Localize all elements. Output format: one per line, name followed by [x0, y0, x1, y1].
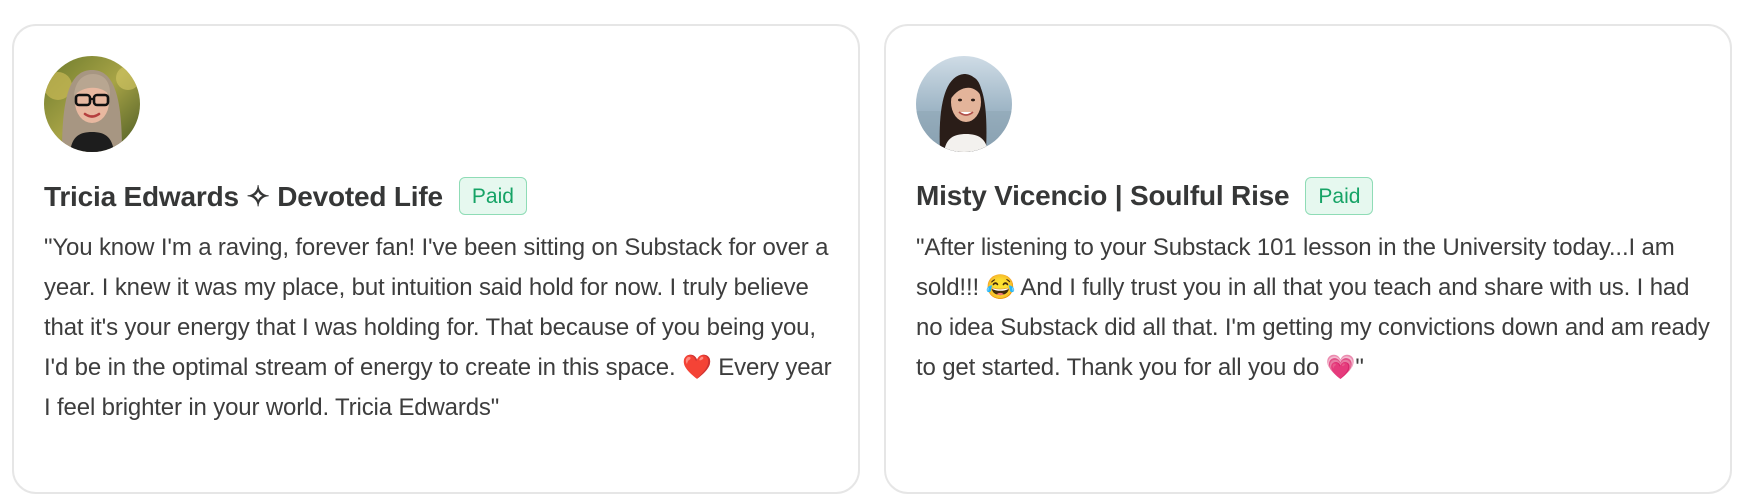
author-row: Misty Vicencio | Soulful Rise Paid	[916, 176, 1374, 216]
author-row: Tricia Edwards ✧ Devoted Life Paid	[44, 176, 527, 216]
avatar	[916, 56, 1012, 152]
paid-badge: Paid	[1305, 177, 1374, 215]
author-name: Tricia Edwards ✧ Devoted Life	[44, 180, 443, 212]
avatar	[44, 56, 140, 152]
testimonial-card: Misty Vicencio | Soulful Rise Paid "Afte…	[884, 24, 1732, 494]
paid-badge: Paid	[458, 177, 527, 215]
testimonial-quote: "After listening to your Substack 101 le…	[916, 234, 1710, 381]
testimonial-quote: "You know I'm a raving, forever fan! I'v…	[44, 234, 832, 421]
author-name: Misty Vicencio | Soulful Rise	[916, 180, 1290, 211]
testimonial-card: Tricia Edwards ✧ Devoted Life Paid "You …	[12, 24, 860, 494]
